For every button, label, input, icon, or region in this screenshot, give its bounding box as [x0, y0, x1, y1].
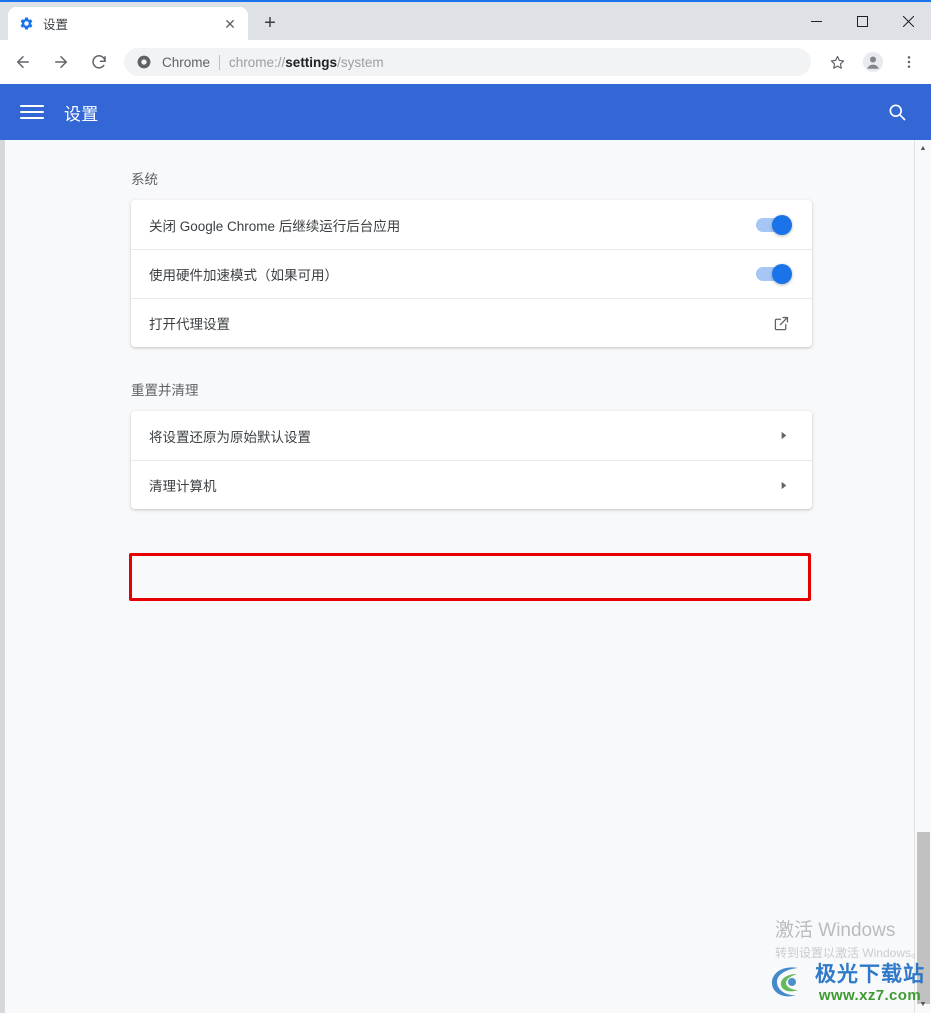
back-icon[interactable]: [6, 45, 40, 79]
tab-strip: 设置 ✕: [0, 2, 248, 40]
chrome-icon: [136, 54, 152, 70]
cleanup-computer-row[interactable]: 清理计算机: [131, 460, 812, 509]
window-title-bar: 设置 ✕ +: [0, 0, 931, 40]
address-bar[interactable]: Chrome chrome://settings/system: [124, 48, 811, 76]
url-prefix: chrome://: [229, 54, 286, 70]
browser-toolbar: Chrome chrome://settings/system: [0, 40, 931, 84]
browser-tab[interactable]: 设置 ✕: [8, 7, 248, 40]
row-label: 将设置还原为原始默认设置: [149, 429, 311, 445]
page-title: 设置: [64, 104, 99, 124]
scrollbar-thumb[interactable]: [917, 832, 930, 1004]
reload-icon[interactable]: [82, 45, 116, 79]
scrollbar-up-arrow[interactable]: ▲: [915, 140, 931, 157]
scrollbar-down-arrow[interactable]: ▼: [915, 996, 931, 1013]
toggle-knob: [772, 264, 792, 284]
watermark-line-1: 激活 Windows: [774, 920, 896, 941]
omnibox-url: chrome://settings/system: [229, 55, 384, 70]
url-bold-part: settings: [285, 54, 338, 70]
three-dot-menu-icon[interactable]: [894, 47, 924, 77]
omnibox-separator: [219, 54, 221, 70]
star-icon[interactable]: [822, 47, 852, 77]
close-button[interactable]: [885, 2, 931, 40]
site-watermark-url: www.xz7.com: [818, 986, 922, 1004]
row-label: 清理计算机: [149, 479, 217, 494]
maximize-button[interactable]: [839, 2, 885, 40]
tab-title: 设置: [43, 18, 69, 32]
toggle-knob: [772, 214, 792, 235]
hardware-acceleration-row[interactable]: 使用硬件加速模式（如果可用）: [131, 249, 812, 298]
restore-defaults-row[interactable]: 将设置还原为原始默认设置: [131, 411, 812, 460]
row-label: 关闭 Google Chrome 后继续运行后台应用: [149, 218, 401, 234]
hamburger-bar: [20, 111, 44, 113]
site-watermark-logo-icon: [767, 960, 813, 1009]
section-heading-reset: 重置并清理: [131, 383, 199, 398]
url-suffix: /system: [337, 54, 384, 70]
chevron-right-icon[interactable]: [776, 478, 790, 492]
vertical-scrollbar[interactable]: ▲ ▼: [914, 140, 931, 1013]
background-apps-row[interactable]: 关闭 Google Chrome 后继续运行后台应用: [131, 200, 812, 249]
reset-cleanup-card: 将设置还原为原始默认设置 清理计算机: [131, 411, 812, 509]
section-heading-system: 系统: [131, 172, 158, 187]
forward-icon[interactable]: [44, 45, 78, 79]
hamburger-icon[interactable]: [20, 100, 44, 124]
new-tab-button[interactable]: +: [256, 9, 284, 37]
background-apps-toggle[interactable]: [756, 214, 792, 235]
hamburger-bar: [20, 117, 44, 119]
avatar-icon[interactable]: [858, 47, 888, 77]
close-icon[interactable]: ✕: [222, 16, 238, 32]
hamburger-bar: [20, 105, 44, 107]
windows-activation-watermark: 激活 Windows 转到设置以激活 Windows。: [775, 915, 923, 961]
settings-header: 设置: [0, 84, 931, 140]
gear-icon: [18, 16, 34, 32]
search-icon[interactable]: [885, 100, 909, 124]
site-watermark-text: 极光下载站 www.xz7.com: [815, 964, 925, 1004]
site-watermark-name: 极光下载站: [815, 963, 925, 987]
row-label: 打开代理设置: [149, 317, 230, 332]
security-chip-label: Chrome: [162, 54, 211, 70]
external-link-icon[interactable]: [772, 314, 790, 332]
watermark-line-2: 转到设置以激活 Windows。: [774, 946, 923, 960]
system-settings-card: 关闭 Google Chrome 后继续运行后台应用 使用硬件加速模式（如果可用…: [131, 200, 812, 347]
settings-scroll-region: 系统 关闭 Google Chrome 后继续运行后台应用 使用硬件加速模式（如…: [5, 140, 931, 1013]
content-area: 系统 关闭 Google Chrome 后继续运行后台应用 使用硬件加速模式（如…: [0, 140, 931, 1013]
highlight-annotation-box: [129, 553, 811, 601]
proxy-settings-row[interactable]: 打开代理设置: [131, 298, 812, 347]
window-controls: [793, 2, 931, 40]
site-watermark: 极光下载站 www.xz7.com: [767, 960, 925, 1009]
hardware-acceleration-toggle[interactable]: [756, 264, 792, 284]
row-label: 使用硬件加速模式（如果可用）: [149, 268, 338, 283]
minimize-button[interactable]: [793, 2, 839, 40]
chevron-right-icon[interactable]: [776, 429, 790, 443]
